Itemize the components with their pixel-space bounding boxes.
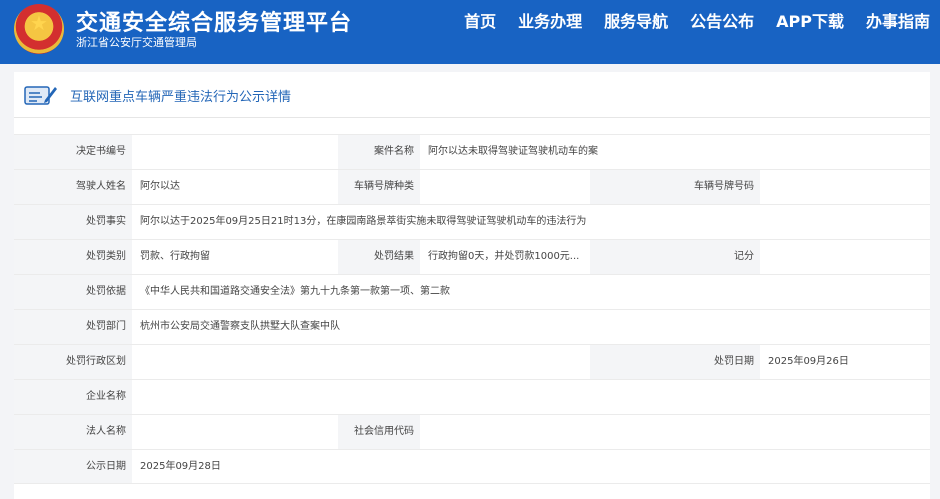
driver-value: 阿尔以达 — [140, 181, 180, 192]
points-value — [760, 240, 930, 274]
plate-type-value — [420, 170, 590, 204]
result-label: 处罚结果 — [338, 240, 420, 274]
date-value: 2025年09月26日 — [768, 356, 849, 367]
driver-label: 驾驶人姓名 — [14, 170, 132, 204]
site-header: ★ 交通安全综合服务管理平台 浙江省公安厅交通管理局 首页 业务办理 服务导航 … — [0, 0, 940, 64]
nav-home[interactable]: 首页 — [464, 8, 496, 32]
site-subtitle: 浙江省公安厅交通管理局 — [76, 36, 197, 49]
facts-value: 阿尔以达于2025年09月25日21时13分，在康园南路景萃街实施未取得驾驶证驾… — [140, 216, 587, 227]
site-title: 交通安全综合服务管理平台 — [76, 11, 353, 36]
pub-date-value: 2025年09月28日 — [140, 461, 221, 472]
plate-no-label: 车辆号牌号码 — [590, 170, 760, 204]
table-row: 处罚部门 杭州市公安局交通警察支队拱墅大队查案中队 — [14, 309, 930, 344]
nav-announcements[interactable]: 公告公布 — [690, 8, 754, 32]
table-row: 企业名称 — [14, 379, 930, 414]
dept-value: 杭州市公安局交通警察支队拱墅大队查案中队 — [140, 321, 340, 332]
table-row: 驾驶人姓名 阿尔以达 车辆号牌种类 车辆号牌号码 — [14, 169, 930, 204]
plate-no-value — [760, 170, 930, 204]
nav-app-download[interactable]: APP下载 — [776, 8, 844, 32]
table-row: 处罚依据 《中华人民共和国道路交通安全法》第九十九条第一款第一项、第二款 — [14, 274, 930, 309]
region-spacer-2 — [420, 345, 590, 379]
facts-label: 处罚事实 — [14, 205, 132, 239]
region-value — [132, 345, 338, 379]
pub-date-label: 公示日期 — [14, 450, 132, 483]
detail-table: 决定书编号 案件名称 阿尔以达未取得驾驶证驾驶机动车的案 驾驶人姓名 阿尔以达 … — [14, 134, 930, 484]
company-label: 企业名称 — [14, 380, 132, 414]
legal-label: 法人名称 — [14, 415, 132, 449]
dept-label: 处罚部门 — [14, 310, 132, 344]
panel-header: 互联网重点车辆严重违法行为公示详情 — [14, 72, 930, 118]
basis-label: 处罚依据 — [14, 275, 132, 309]
date-label: 处罚日期 — [590, 345, 760, 379]
credit-label: 社会信用代码 — [338, 415, 420, 449]
points-label: 记分 — [590, 240, 760, 274]
table-row: 处罚类别 罚款、行政拘留 处罚结果 行政拘留0天，并处罚款1000元... 记分 — [14, 239, 930, 274]
decision-no-value — [132, 135, 338, 169]
nav-guide[interactable]: 办事指南 — [866, 8, 930, 32]
table-row: 处罚事实 阿尔以达于2025年09月25日21时13分，在康园南路景萃街实施未取… — [14, 204, 930, 239]
case-name-label: 案件名称 — [338, 135, 420, 169]
table-row: 处罚行政区划 处罚日期 2025年09月26日 — [14, 344, 930, 379]
main-nav: 首页 业务办理 服务导航 公告公布 APP下载 办事指南 — [442, 8, 930, 32]
detail-panel: 互联网重点车辆严重违法行为公示详情 决定书编号 案件名称 阿尔以达未取得驾驶证驾… — [14, 72, 930, 499]
credit-value — [420, 415, 930, 449]
plate-type-label: 车辆号牌种类 — [338, 170, 420, 204]
nav-service-guide[interactable]: 服务导航 — [604, 8, 668, 32]
legal-value — [132, 415, 338, 449]
result-value: 行政拘留0天，并处罚款1000元... — [428, 251, 580, 262]
police-emblem-icon: ★ — [14, 4, 64, 54]
case-name-value: 阿尔以达未取得驾驶证驾驶机动车的案 — [428, 146, 598, 157]
decision-no-label: 决定书编号 — [14, 135, 132, 169]
region-spacer — [338, 345, 420, 379]
document-icon — [24, 86, 57, 105]
category-value: 罚款、行政拘留 — [140, 251, 210, 262]
nav-business[interactable]: 业务办理 — [518, 8, 582, 32]
company-value — [132, 380, 930, 414]
table-row: 公示日期 2025年09月28日 — [14, 449, 930, 484]
region-label: 处罚行政区划 — [14, 345, 132, 379]
table-row: 决定书编号 案件名称 阿尔以达未取得驾驶证驾驶机动车的案 — [14, 134, 930, 169]
basis-value: 《中华人民共和国道路交通安全法》第九十九条第一款第一项、第二款 — [140, 286, 450, 297]
category-label: 处罚类别 — [14, 240, 132, 274]
panel-title: 互联网重点车辆严重违法行为公示详情 — [70, 90, 292, 105]
table-row: 法人名称 社会信用代码 — [14, 414, 930, 449]
